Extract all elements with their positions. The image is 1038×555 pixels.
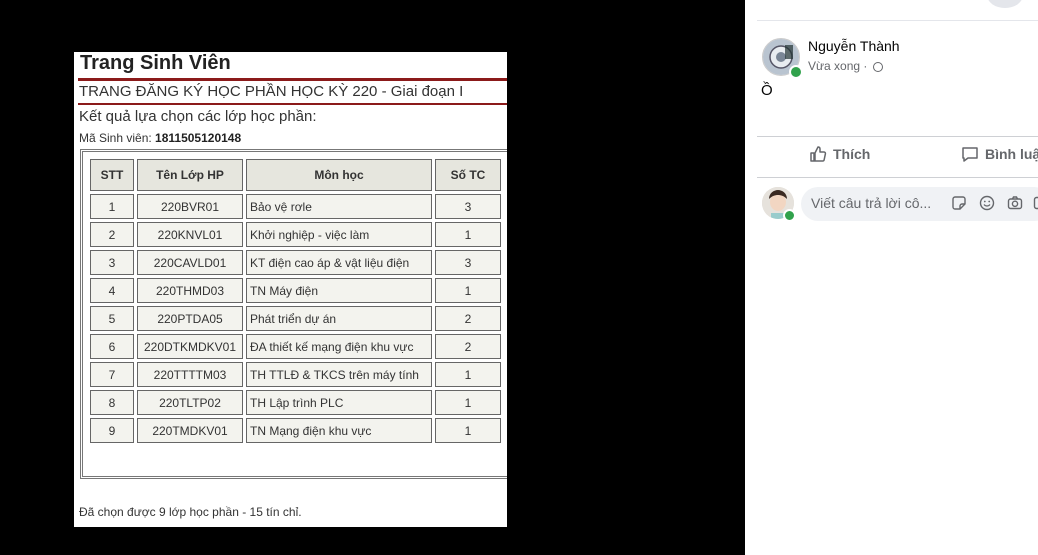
table-row: 5 220PTDA05 Phát triển dự án 2: [90, 306, 501, 331]
comment-label: Bình luận: [985, 146, 1038, 162]
cell-credits: 2: [435, 306, 501, 331]
post-meta: Vừa xong ·: [808, 59, 883, 73]
photo-subtitle: TRANG ĐĂNG KÝ HỌC PHẦN HỌC KỲ 220 - Giai…: [79, 83, 464, 100]
cell-stt: 8: [90, 390, 134, 415]
cell-stt: 1: [90, 194, 134, 219]
table-row: 3 220CAVLD01 KT điện cao áp & vật liệu điệ…: [90, 250, 501, 275]
table-row: 9 220TMDKV01 TN Mạng điện khu vực 1: [90, 418, 501, 443]
cell-stt: 4: [90, 278, 134, 303]
comment-box[interactable]: [801, 187, 1038, 221]
comment-input[interactable]: [811, 195, 951, 211]
cell-class: 220THMD03: [137, 278, 243, 303]
photo-title: Trang Sinh Viên: [80, 52, 231, 74]
table-row: 4 220THMD03 TN Máy điện 1: [90, 278, 501, 303]
photo-divider: [78, 78, 507, 81]
cell-subject: TH TTLĐ & TKCS trên máy tính: [246, 362, 432, 387]
actions-divider-top: [757, 136, 1038, 137]
cell-class: 220TTTTM03: [137, 362, 243, 387]
cell-credits: 2: [435, 334, 501, 359]
photo-cropped-text: .....: [79, 522, 96, 527]
cell-stt: 5: [90, 306, 134, 331]
cell-subject: Bảo vệ rơle: [246, 194, 432, 219]
actions-divider-bottom: [757, 177, 1038, 178]
table-row: 7 220TTTTM03 TH TTLĐ & TKCS trên máy tính 1: [90, 362, 501, 387]
cell-stt: 7: [90, 362, 134, 387]
table-row: 8 220TLTP02 TH Lập trình PLC 1: [90, 390, 501, 415]
course-table: STT Tên Lớp HP Môn học Số TC 1 220BVR01 Bả…: [87, 156, 504, 446]
camera-icon[interactable]: [1007, 195, 1023, 211]
cell-class: 220BVR01: [137, 194, 243, 219]
cell-stt: 2: [90, 222, 134, 247]
cell-subject: TN Mạng điện khu vực: [246, 418, 432, 443]
gif-icon[interactable]: [1033, 195, 1038, 211]
header-subject: Môn học: [246, 159, 432, 191]
online-status-icon: [783, 209, 796, 222]
cell-stt: 3: [90, 250, 134, 275]
table-row: 2 220KNVL01 Khởi nghiệp - việc làm 1: [90, 222, 501, 247]
cell-stt: 9: [90, 418, 134, 443]
cell-credits: 1: [435, 222, 501, 247]
header-credits: Số TC: [435, 159, 501, 191]
course-table-frame: STT Tên Lớp HP Môn học Số TC 1 220BVR01 Bả…: [80, 149, 507, 479]
table-row: 1 220BVR01 Bảo vệ rơle 3: [90, 194, 501, 219]
comment-button[interactable]: Bình luận: [961, 145, 1038, 163]
panel-divider: [757, 20, 1038, 21]
photo-student-id: Mã Sinh viên: 1811505120148: [79, 131, 241, 145]
photo-divider-2: [78, 103, 507, 105]
author-name[interactable]: Nguyễn Thành: [808, 38, 900, 54]
cell-subject: Phát triển dự án: [246, 306, 432, 331]
post-time[interactable]: Vừa xong: [808, 59, 860, 73]
cell-class: 220TLTP02: [137, 390, 243, 415]
cell-credits: 1: [435, 278, 501, 303]
like-label: Thích: [833, 146, 871, 162]
emoji-icon[interactable]: [979, 195, 995, 211]
cell-subject: TH Lập trình PLC: [246, 390, 432, 415]
post-panel: Nguyễn Thành Vừa xong · Ồ Thích Bình luậ…: [745, 0, 1038, 555]
globe-icon: [872, 61, 883, 72]
panel-top-button[interactable]: [987, 0, 1023, 8]
thumbs-up-icon: [810, 146, 827, 162]
cell-credits: 3: [435, 194, 501, 219]
shared-photo[interactable]: Trang Sinh Viên TRANG ĐĂNG KÝ HỌC PHẦN H…: [74, 52, 507, 527]
meta-separator: ·: [863, 59, 868, 73]
comment-icon: [962, 147, 978, 162]
table-header-row: STT Tên Lớp HP Môn học Số TC: [90, 159, 501, 191]
cell-class: 220TMDKV01: [137, 418, 243, 443]
post-text: Ồ: [761, 82, 773, 99]
header-class-name: Tên Lớp HP: [137, 159, 243, 191]
table-row: 6 220DTKMDKV01 ĐA thiết kế mạng điện khu v…: [90, 334, 501, 359]
photo-viewer: Trang Sinh Viên TRANG ĐĂNG KÝ HỌC PHẦN H…: [0, 0, 745, 555]
like-button[interactable]: Thích: [809, 145, 870, 163]
cell-credits: 1: [435, 418, 501, 443]
photo-summary: Đã chọn được 9 lớp học phần - 15 tín chỉ…: [79, 505, 302, 519]
photo-result-label: Kết quả lựa chọn các lớp học phần:: [79, 108, 317, 125]
header-stt: STT: [90, 159, 134, 191]
sticker-icon[interactable]: [951, 195, 967, 211]
cell-subject: Khởi nghiệp - việc làm: [246, 222, 432, 247]
cell-subject: TN Máy điện: [246, 278, 432, 303]
online-status-icon: [789, 65, 803, 79]
cell-subject: ĐA thiết kế mạng điện khu vực: [246, 334, 432, 359]
cell-class: 220CAVLD01: [137, 250, 243, 275]
cell-class: 220KNVL01: [137, 222, 243, 247]
cell-credits: 3: [435, 250, 501, 275]
cell-class: 220DTKMDKV01: [137, 334, 243, 359]
cell-credits: 1: [435, 390, 501, 415]
cell-credits: 1: [435, 362, 501, 387]
student-id-label: Mã Sinh viên:: [79, 131, 152, 145]
cell-stt: 6: [90, 334, 134, 359]
cell-subject: KT điện cao áp & vật liệu điện: [246, 250, 432, 275]
student-id-value: 1811505120148: [155, 131, 242, 145]
cell-class: 220PTDA05: [137, 306, 243, 331]
